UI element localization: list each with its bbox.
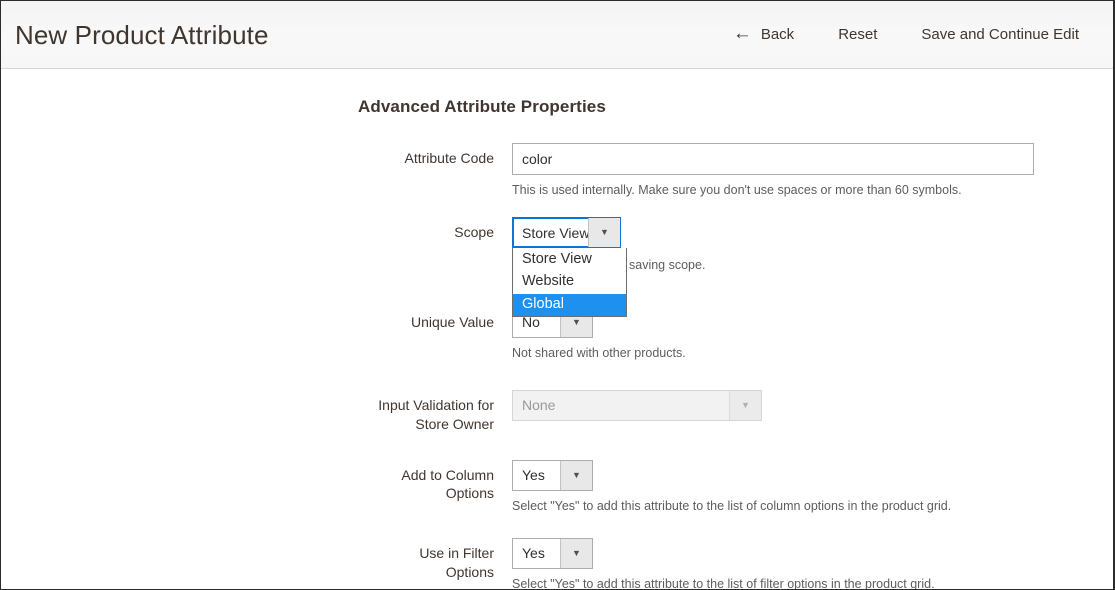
scope-control: Store View ▼ saving scope. Store View We… — [512, 217, 1113, 273]
unique-value-note: Not shared with other products. — [512, 345, 1113, 361]
add-to-column-options-control: Yes ▼ Select "Yes" to add this attribute… — [512, 460, 1113, 514]
page-root: New Product Attribute ← Back Reset Save … — [0, 0, 1115, 590]
attribute-code-input[interactable] — [512, 143, 1034, 175]
scope-select[interactable]: Store View ▼ — [512, 217, 621, 248]
save-and-continue-edit-button[interactable]: Save and Continue Edit — [899, 20, 1083, 50]
use-in-filter-options-control: Yes ▼ Select "Yes" to add this attribute… — [512, 538, 1113, 590]
page-header: New Product Attribute ← Back Reset Save … — [1, 1, 1113, 69]
field-row-input-validation: Input Validation for Store Owner None ▼ — [1, 390, 1113, 434]
use-in-filter-options-label: Use in Filter Options — [1, 538, 512, 582]
content-area: Advanced Attribute Properties Attribute … — [1, 69, 1113, 589]
add-to-column-options-select[interactable]: Yes ▼ — [512, 460, 593, 491]
arrow-left-icon: ← — [733, 24, 752, 43]
add-to-column-options-label: Add to Column Options — [1, 460, 512, 504]
use-in-filter-options-note: Select "Yes" to add this attribute to th… — [512, 576, 1113, 590]
add-to-column-options-note: Select "Yes" to add this attribute to th… — [512, 498, 1113, 514]
chevron-down-icon: ▼ — [588, 218, 620, 247]
attribute-code-label: Attribute Code — [1, 143, 512, 168]
scope-option[interactable]: Global — [513, 294, 626, 316]
scope-option[interactable]: Store View — [513, 249, 626, 271]
field-row-use-in-filter-options: Use in Filter Options Yes ▼ Select "Yes"… — [1, 538, 1113, 590]
attribute-code-note: This is used internally. Make sure you d… — [512, 182, 1113, 198]
back-button[interactable]: ← Back — [723, 19, 816, 50]
input-validation-select-value: None — [513, 391, 729, 420]
add-to-column-options-select-value: Yes — [513, 461, 560, 490]
chevron-down-icon: ▼ — [560, 461, 592, 490]
input-validation-label: Input Validation for Store Owner — [1, 390, 512, 434]
header-actions: ← Back Reset Save and Continue Edit — [723, 19, 1083, 50]
page-title: New Product Attribute — [15, 22, 269, 48]
use-in-filter-options-select[interactable]: Yes ▼ — [512, 538, 593, 569]
use-in-filter-options-select-value: Yes — [513, 539, 560, 568]
scope-label: Scope — [1, 217, 512, 242]
field-row-attribute-code: Attribute Code This is used internally. … — [1, 143, 1113, 198]
unique-value-label: Unique Value — [1, 307, 512, 332]
back-button-label: Back — [761, 26, 794, 44]
section-title: Advanced Attribute Properties — [1, 97, 1113, 117]
chevron-down-icon: ▼ — [729, 391, 761, 420]
field-row-add-to-column-options: Add to Column Options Yes ▼ Select "Yes"… — [1, 460, 1113, 514]
chevron-down-icon: ▼ — [560, 539, 592, 568]
reset-button[interactable]: Reset — [816, 20, 899, 50]
field-row-scope: Scope Store View ▼ saving scope. Store V… — [1, 217, 1113, 273]
input-validation-select[interactable]: None ▼ — [512, 390, 762, 421]
attribute-code-control: This is used internally. Make sure you d… — [512, 143, 1113, 198]
scope-select-value: Store View — [513, 218, 588, 247]
scope-options-list[interactable]: Store View Website Global — [512, 248, 627, 316]
scope-option[interactable]: Website — [513, 271, 626, 293]
input-validation-control: None ▼ — [512, 390, 1113, 421]
